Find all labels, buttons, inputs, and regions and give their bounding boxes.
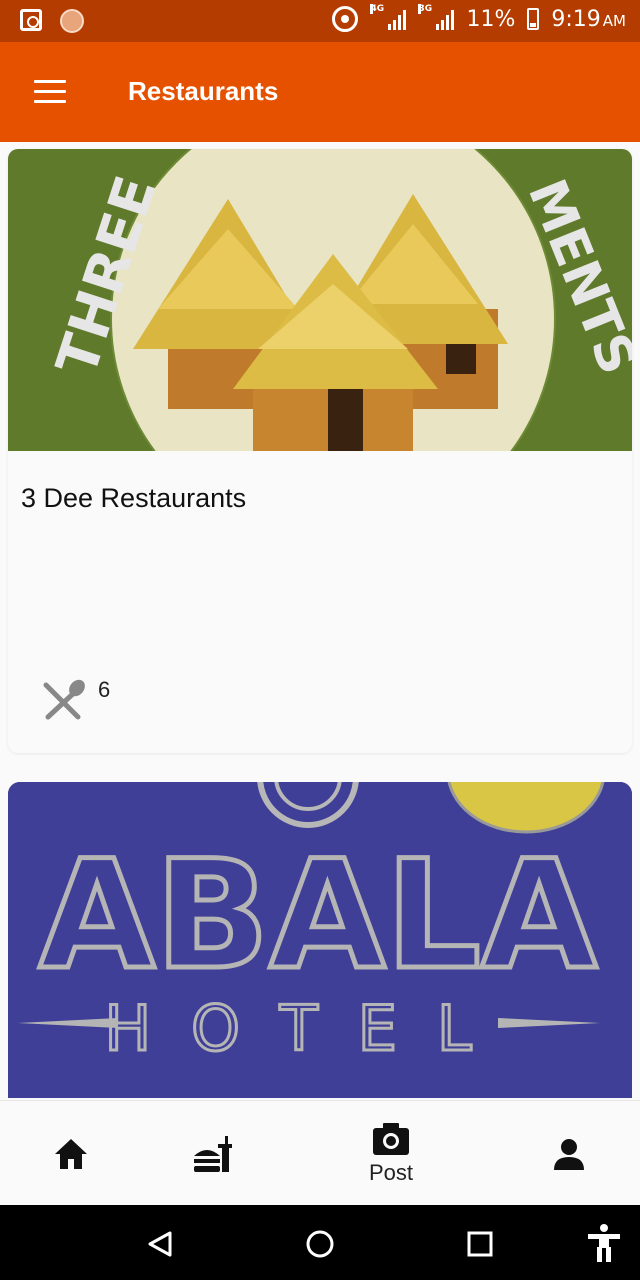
recents-icon[interactable] bbox=[467, 1231, 493, 1257]
meal-count: 6 bbox=[98, 677, 111, 702]
app-notification-icon bbox=[60, 9, 84, 33]
status-bar: 4G 3G 11% 9:19 AM bbox=[0, 0, 640, 42]
app-bar: Restaurants bbox=[0, 42, 640, 142]
logo-sub-text: HOTEL bbox=[104, 992, 511, 1065]
page-title: Restaurants bbox=[128, 76, 279, 106]
battery-icon bbox=[527, 8, 540, 30]
logo-main-text: ABALA bbox=[39, 829, 597, 1003]
person-icon bbox=[554, 1138, 584, 1170]
restaurant-card[interactable]: ABALA HOTEL bbox=[8, 782, 632, 1098]
restaurant-name: 3 Dee Restaurants bbox=[21, 483, 247, 513]
signal-4g-icon: 4G bbox=[370, 4, 407, 30]
restaurant-image: THREE MENTS bbox=[8, 149, 632, 451]
home-icon bbox=[55, 1138, 87, 1169]
screenshot-notification-icon bbox=[20, 9, 42, 31]
clock: 9:19 AM bbox=[551, 6, 626, 32]
nav-post-label: Post bbox=[368, 1159, 414, 1185]
signal-3g-icon: 3G bbox=[418, 4, 455, 30]
menu-icon[interactable] bbox=[34, 80, 66, 104]
food-icon bbox=[194, 1135, 232, 1172]
back-icon[interactable] bbox=[146, 1230, 174, 1258]
accessibility-icon[interactable] bbox=[586, 1223, 622, 1263]
nav-post[interactable]: Post bbox=[350, 1101, 432, 1206]
hotspot-icon bbox=[332, 6, 359, 32]
restaurant-image: ABALA HOTEL bbox=[8, 782, 632, 1098]
nav-profile[interactable] bbox=[538, 1101, 600, 1206]
battery-percent: 11% bbox=[466, 6, 516, 32]
nav-food[interactable] bbox=[182, 1101, 244, 1206]
nav-home[interactable] bbox=[40, 1101, 102, 1206]
meal-icon bbox=[43, 679, 85, 720]
home-circle-icon[interactable] bbox=[305, 1229, 335, 1259]
camera-icon bbox=[373, 1122, 409, 1155]
restaurant-card[interactable]: THREE MENTS 3 Dee Restaurants 6 bbox=[8, 149, 632, 753]
bottom-navigation: Post bbox=[0, 1100, 640, 1205]
system-navigation-bar bbox=[0, 1205, 640, 1280]
